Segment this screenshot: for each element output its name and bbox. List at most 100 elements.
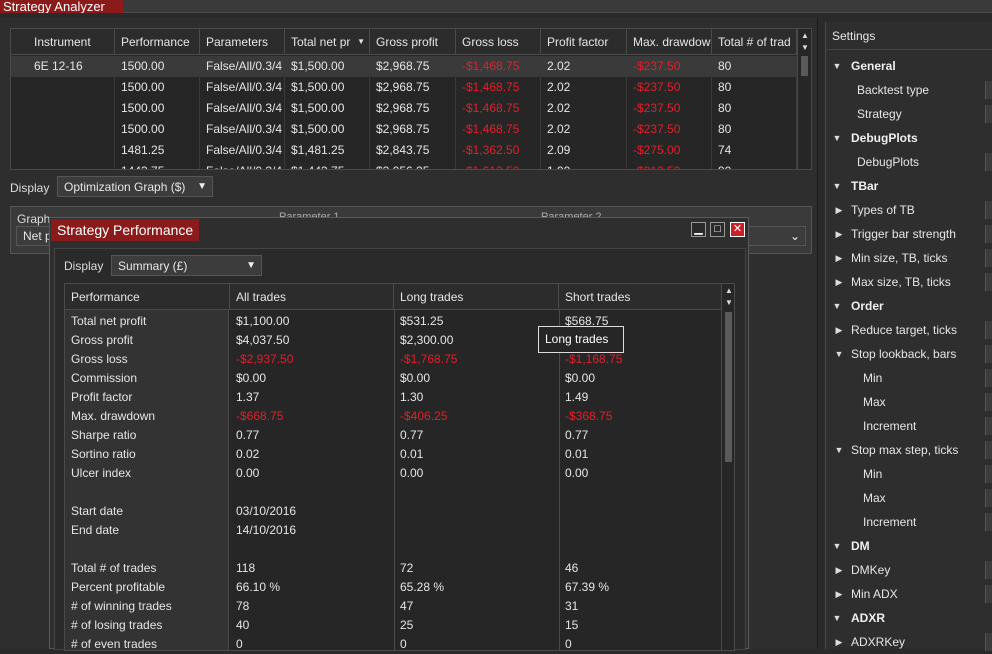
settings-value-field[interactable] <box>985 465 992 483</box>
column-header-gross-loss[interactable]: Gross loss <box>456 29 541 55</box>
table-row[interactable]: Profit factor 1.37 1.30 1.49 <box>65 388 721 407</box>
column-header-profit-factor[interactable]: Profit factor <box>541 29 627 55</box>
column-header-instrument[interactable]: Instrument <box>11 29 115 55</box>
settings-value-field[interactable] <box>985 633 992 651</box>
settings-value-field[interactable] <box>985 393 992 411</box>
expand-icon[interactable]: ▶ <box>834 198 844 222</box>
column-header-gross-profit[interactable]: Gross profit <box>370 29 456 55</box>
collapse-icon[interactable]: ▼ <box>832 534 842 558</box>
settings-value-field[interactable] <box>985 273 992 291</box>
settings-category-tbar[interactable]: ▼ TBar <box>826 174 992 198</box>
table-row[interactable]: ▼6E 12-161500.00False/All/0.3/4$1,500.00… <box>11 56 797 77</box>
collapse-icon[interactable]: ▼ <box>832 126 842 150</box>
table-row[interactable]: Sortino ratio 0.02 0.01 0.01 <box>65 445 721 464</box>
settings-item-max-size-tb-ticks[interactable]: ▶ Max size, TB, ticks <box>826 270 992 294</box>
settings-item-stop-lookback-bars[interactable]: ▼ Stop lookback, bars <box>826 342 992 366</box>
table-row[interactable]: Start date 03/10/2016 <box>65 502 721 521</box>
table-row[interactable]: Total # of trades 118 72 46 <box>65 559 721 578</box>
settings-value-field[interactable] <box>985 201 992 219</box>
collapse-icon[interactable]: ▼ <box>832 606 842 630</box>
settings-value-field[interactable] <box>985 105 992 123</box>
maximize-icon[interactable]: □ <box>710 222 725 237</box>
settings-value-field[interactable] <box>985 153 992 171</box>
column-header-performance[interactable]: Performance <box>115 29 200 55</box>
settings-value-field[interactable] <box>985 441 992 459</box>
table-row[interactable]: 1500.00 False/All/0.3/4 $1,500.00 $2,968.75… <box>11 77 797 98</box>
table-row[interactable]: End date 14/10/2016 <box>65 521 721 540</box>
scroll-down-icon[interactable]: ▼ <box>723 298 734 308</box>
column-header-all-trades[interactable]: All trades <box>230 284 394 310</box>
settings-value-field[interactable] <box>985 225 992 243</box>
table-row[interactable] <box>65 483 721 502</box>
settings-item-dmkey[interactable]: ▶ DMKey <box>826 558 992 582</box>
table-row[interactable] <box>65 540 721 559</box>
settings-value-field[interactable] <box>985 345 992 363</box>
settings-value-field[interactable] <box>985 81 992 99</box>
display-select[interactable]: Optimization Graph ($) ▼ <box>57 176 213 197</box>
settings-value-field[interactable] <box>985 513 992 531</box>
column-header-long-trades[interactable]: Long trades <box>394 284 559 310</box>
settings-item-adxrkey[interactable]: ▶ ADXRKey <box>826 630 992 654</box>
collapse-icon[interactable]: ▼ <box>832 174 842 198</box>
expand-icon[interactable]: ▶ <box>834 318 844 342</box>
scroll-down-icon[interactable]: ▼ <box>799 43 811 53</box>
collapse-icon[interactable]: ▼ <box>834 342 844 366</box>
settings-item-increment[interactable]: Increment <box>826 510 992 534</box>
column-header-total-net-profit[interactable]: Total net pr ▼ <box>285 29 370 55</box>
table-row[interactable]: 1481.25 False/All/0.3/4 $1,481.25 $2,843.75… <box>11 140 797 161</box>
settings-value-field[interactable] <box>985 249 992 267</box>
settings-item-min[interactable]: Min <box>826 462 992 486</box>
table-row[interactable]: Ulcer index 0.00 0.00 0.00 <box>65 464 721 483</box>
settings-item-min[interactable]: Min <box>826 366 992 390</box>
close-icon[interactable]: ✕ <box>730 222 745 237</box>
settings-item-debugplots[interactable]: DebugPlots <box>826 150 992 174</box>
settings-value-field[interactable] <box>985 585 992 603</box>
expand-icon[interactable]: ▶ <box>834 270 844 294</box>
scroll-thumb[interactable] <box>801 56 808 76</box>
table-row[interactable]: 1443.75False/All/0.3/4$1,443.75$3,056.25… <box>11 161 797 169</box>
column-header-parameters[interactable]: Parameters <box>200 29 285 55</box>
expand-icon[interactable]: ▶ <box>834 246 844 270</box>
settings-item-increment[interactable]: Increment <box>826 414 992 438</box>
settings-item-max[interactable]: Max <box>826 390 992 414</box>
column-header-total-trades[interactable]: Total # of trad <box>712 29 797 55</box>
settings-item-types-of-tb[interactable]: ▶ Types of TB <box>826 198 992 222</box>
settings-category-dm[interactable]: ▼ DM <box>826 534 992 558</box>
collapse-icon[interactable]: ▼ <box>832 54 842 78</box>
settings-item-reduce-target-ticks[interactable]: ▶ Reduce target, ticks <box>826 318 992 342</box>
settings-value-field[interactable] <box>985 417 992 435</box>
settings-item-trigger-bar-strength[interactable]: ▶ Trigger bar strength <box>826 222 992 246</box>
settings-item-min-size-tb-ticks[interactable]: ▶ Min size, TB, ticks <box>826 246 992 270</box>
table-row[interactable]: 1500.00 False/All/0.3/4 $1,500.00 $2,968.75… <box>11 119 797 140</box>
expand-icon[interactable]: ▶ <box>834 630 844 654</box>
settings-category-debugplots[interactable]: ▼ DebugPlots <box>826 126 992 150</box>
settings-category-order[interactable]: ▼ Order <box>826 294 992 318</box>
column-header-short-trades[interactable]: Short trades <box>559 284 721 310</box>
minimize-icon[interactable]: ▁ <box>691 222 706 237</box>
table-row[interactable]: Sharpe ratio 0.77 0.77 0.77 <box>65 426 721 445</box>
expand-icon[interactable]: ▶ <box>834 222 844 246</box>
column-header-performance[interactable]: Performance <box>65 284 230 310</box>
dialog-display-select[interactable]: Summary (£) ▼ <box>111 255 262 276</box>
table-row[interactable]: # of losing trades 40 25 15 <box>65 616 721 635</box>
collapse-icon[interactable]: ▼ <box>834 438 844 462</box>
table-row[interactable]: Commission $0.00 $0.00 $0.00 <box>65 369 721 388</box>
settings-category-adxr[interactable]: ▼ ADXR <box>826 606 992 630</box>
settings-item-stop-max-step-ticks[interactable]: ▼ Stop max step, ticks <box>826 438 992 462</box>
settings-value-field[interactable] <box>985 489 992 507</box>
results-scrollbar[interactable]: ▲ ▼ <box>797 29 811 169</box>
expand-icon[interactable]: ▶ <box>834 582 844 606</box>
table-row[interactable]: # of winning trades 78 47 31 <box>65 597 721 616</box>
scroll-up-icon[interactable]: ▲ <box>723 286 734 296</box>
table-row[interactable]: Percent profitable 66.10 % 65.28 % 67.39 % <box>65 578 721 597</box>
scroll-up-icon[interactable]: ▲ <box>799 31 811 41</box>
settings-item-backtest-type[interactable]: Backtest type <box>826 78 992 102</box>
expand-icon[interactable]: ▶ <box>834 558 844 582</box>
settings-item-strategy[interactable]: Strategy <box>826 102 992 126</box>
collapse-icon[interactable]: ▼ <box>832 294 842 318</box>
settings-value-field[interactable] <box>985 561 992 579</box>
scroll-thumb[interactable] <box>725 312 732 462</box>
table-row[interactable]: Max. drawdown -$668.75 -$406.25 -$368.75 <box>65 407 721 426</box>
settings-item-max[interactable]: Max <box>826 486 992 510</box>
settings-value-field[interactable] <box>985 321 992 339</box>
